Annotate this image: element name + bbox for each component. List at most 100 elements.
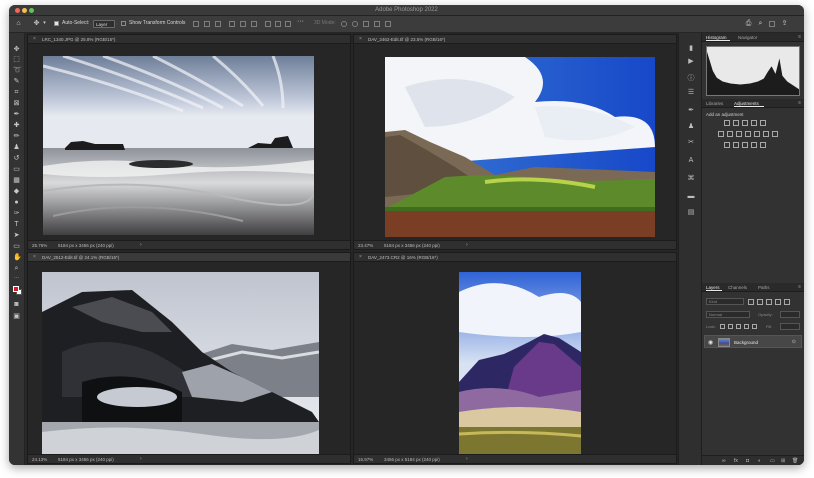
lock-artboard-icon[interactable] — [744, 324, 749, 329]
brushes-panel-icon[interactable]: ✒ — [687, 107, 695, 115]
vibrance-icon[interactable] — [760, 120, 766, 126]
dodge-tool-icon[interactable]: ● — [13, 199, 20, 206]
zoom-level[interactable]: 15.97% — [358, 457, 373, 462]
3d-roll-icon[interactable] — [352, 21, 358, 27]
solid-color-icon[interactable] — [760, 142, 766, 148]
channel-mixer-icon[interactable] — [754, 131, 760, 137]
color-balance-icon[interactable] — [727, 131, 733, 137]
auto-select-dropdown[interactable]: Layer — [93, 20, 115, 28]
swatches-panel-icon[interactable]: ▤ — [687, 209, 695, 217]
gradient-tool-icon[interactable]: ▦ — [13, 177, 20, 184]
workspace-icon[interactable] — [769, 21, 775, 27]
panel-menu-icon[interactable]: ≡ — [798, 100, 801, 106]
healing-brush-tool-icon[interactable]: ✚ — [13, 122, 20, 129]
document-window-4[interactable]: × DAV_2473.CR2 @ 16% (RGB/16*) 15.97% 34… — [353, 252, 677, 464]
align-top-icon[interactable] — [229, 21, 235, 27]
align-right-icon[interactable] — [215, 21, 221, 27]
marquee-tool-icon[interactable]: ⬚ — [13, 56, 20, 63]
brightness-contrast-icon[interactable] — [724, 120, 730, 126]
share-icon[interactable]: ⎙ — [745, 20, 752, 27]
screen-mode-icon[interactable]: ▣ — [13, 313, 20, 320]
align-center-icon[interactable] — [204, 21, 210, 27]
exposure-icon[interactable] — [751, 120, 757, 126]
eyedropper-tool-icon[interactable]: ✒ — [13, 111, 20, 118]
crop-tool-icon[interactable]: ⌗ — [13, 89, 20, 96]
3d-orbit-icon[interactable] — [341, 21, 347, 27]
status-chevron-icon[interactable]: › — [466, 242, 468, 248]
3d-pan-icon[interactable] — [363, 21, 369, 27]
share-export-icon[interactable]: ⇪ — [781, 20, 788, 27]
blend-mode-select[interactable]: Normal — [706, 311, 750, 318]
tab-navigator[interactable]: Navigator — [738, 35, 757, 40]
zoom-level[interactable]: 24.13% — [32, 457, 47, 462]
distribute-middle-icon[interactable] — [275, 21, 281, 27]
align-middle-icon[interactable] — [240, 21, 246, 27]
quick-select-tool-icon[interactable]: ✎ — [13, 78, 20, 85]
shape-tool-icon[interactable]: ▭ — [13, 243, 20, 250]
pen-tool-icon[interactable]: ✑ — [13, 210, 20, 217]
curves-icon[interactable] — [742, 120, 748, 126]
hue-saturation-icon[interactable] — [718, 131, 724, 137]
type-tool-icon[interactable]: T — [13, 221, 20, 228]
document-tab-2[interactable]: × DAV_2462-Edit.tif @ 23.5% (RGB/16*) — [354, 35, 676, 44]
threshold-icon[interactable] — [733, 142, 739, 148]
lock-all-icon[interactable] — [752, 324, 757, 329]
filter-adjustment-icon[interactable] — [757, 299, 763, 305]
zoom-tool-icon[interactable]: ⌕ — [13, 265, 20, 272]
brush-tool-icon[interactable]: ✏ — [13, 133, 20, 140]
frame-tool-icon[interactable]: ⊠ — [13, 100, 20, 107]
path-select-tool-icon[interactable]: ➤ — [13, 232, 20, 239]
layer-lock-icon[interactable]: ⊙ — [792, 339, 796, 345]
quick-mask-icon[interactable]: ◙ — [13, 301, 20, 308]
canvas[interactable] — [354, 44, 676, 240]
3d-scale-icon[interactable] — [385, 21, 391, 27]
status-chevron-icon[interactable]: › — [140, 456, 142, 462]
opacity-field[interactable] — [780, 311, 800, 318]
filter-shape-icon[interactable] — [775, 299, 781, 305]
link-layers-icon[interactable]: ∞ — [722, 458, 726, 464]
posterize-icon[interactable] — [724, 142, 730, 148]
foreground-color-swatch[interactable] — [13, 286, 19, 292]
zoom-level[interactable]: 23.47% — [358, 243, 373, 248]
canvas[interactable] — [28, 262, 350, 454]
panel-menu-icon[interactable]: ≡ — [798, 284, 801, 290]
show-transform-checkbox[interactable] — [121, 21, 126, 26]
layer-filter-kind[interactable]: Kind — [706, 298, 744, 305]
close-tab-icon[interactable]: × — [33, 254, 36, 260]
hand-tool-icon[interactable]: ✋ — [13, 254, 22, 261]
align-bottom-icon[interactable] — [251, 21, 257, 27]
filter-pixel-icon[interactable] — [748, 299, 754, 305]
eraser-tool-icon[interactable]: ▭ — [13, 166, 20, 173]
canvas[interactable] — [28, 44, 350, 240]
clone-stamp-tool-icon[interactable]: ♟ — [13, 144, 20, 151]
canvas[interactable] — [354, 262, 676, 454]
fill-field[interactable] — [780, 323, 800, 330]
layer-row-background[interactable]: ◉ Background ⊙ — [704, 335, 802, 348]
move-tool-icon[interactable]: ✥ — [13, 46, 20, 53]
levels-icon[interactable] — [733, 120, 739, 126]
new-group-icon[interactable]: ▭ — [770, 458, 775, 464]
new-adjustment-layer-icon[interactable]: ◐ — [758, 458, 761, 464]
panel-menu-icon[interactable]: ≡ — [798, 34, 801, 40]
distribute-top-icon[interactable] — [265, 21, 271, 27]
tab-channels[interactable]: Channels — [728, 285, 747, 290]
document-tab-3[interactable]: × DAV_2512-Edit.tif @ 24.1% (RGB/16*) — [28, 253, 350, 262]
zoom-level[interactable]: 25.76% — [32, 243, 47, 248]
color-lookup-icon[interactable] — [763, 131, 769, 137]
more-tools-icon[interactable]: ··· — [13, 275, 20, 282]
align-left-icon[interactable] — [193, 21, 199, 27]
lasso-tool-icon[interactable]: ➰ — [13, 67, 22, 74]
document-window-1[interactable]: × LRC_1340.JPG @ 25.8% (RGB/15*) 25.76% … — [27, 34, 351, 250]
clone-source-panel-icon[interactable]: ♟ — [687, 123, 695, 131]
new-layer-icon[interactable]: ⊞ — [781, 458, 785, 464]
move-tool-icon[interactable]: ✥ — [33, 20, 40, 27]
3d-slide-icon[interactable] — [374, 21, 380, 27]
close-tab-icon[interactable]: × — [359, 254, 362, 260]
tab-paths[interactable]: Paths — [758, 285, 770, 290]
delete-layer-icon[interactable]: 🗑 — [792, 458, 798, 464]
close-tab-icon[interactable]: × — [359, 36, 362, 42]
filter-type-icon[interactable] — [766, 299, 772, 305]
document-window-2[interactable]: × DAV_2462-Edit.tif @ 23.5% (RGB/16*) 23… — [353, 34, 677, 250]
status-chevron-icon[interactable]: › — [466, 456, 468, 462]
history-panel-icon[interactable]: ▮ — [687, 45, 695, 53]
